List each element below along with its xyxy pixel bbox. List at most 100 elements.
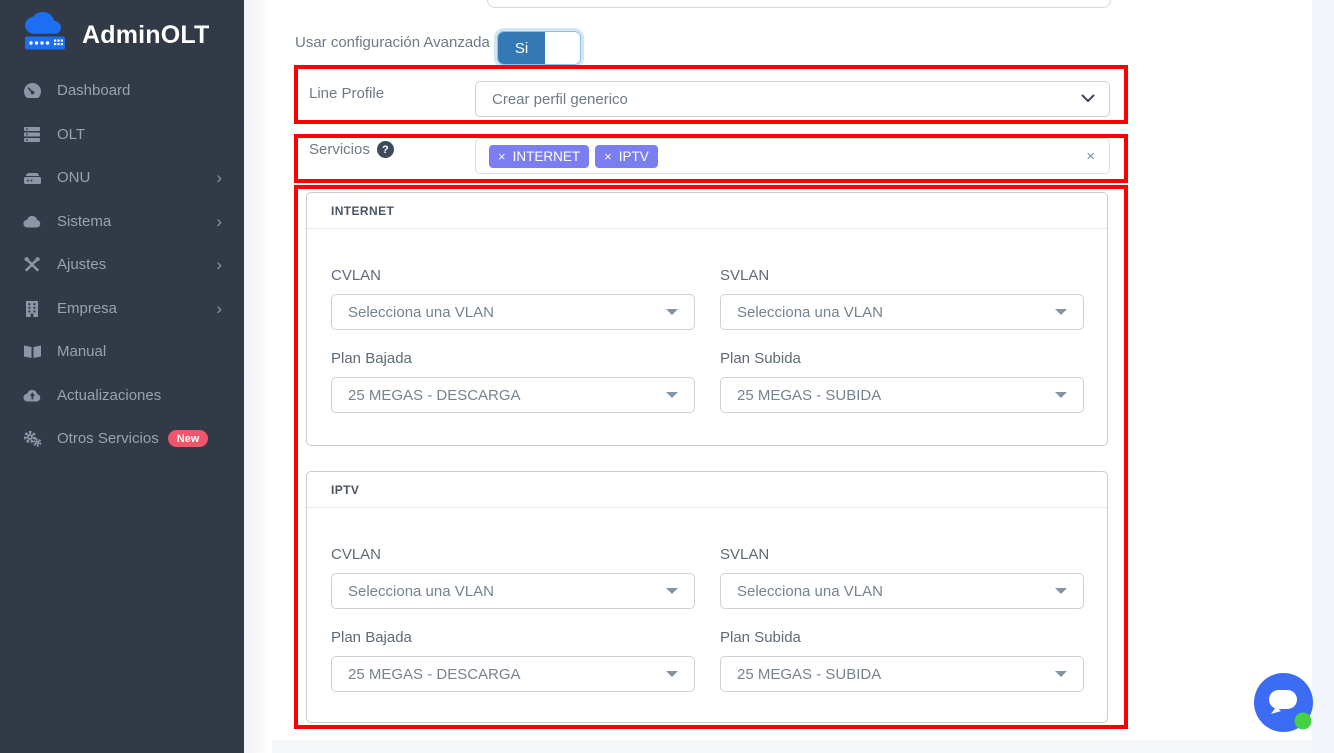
internet-panel-header: INTERNET [307,193,1107,229]
iptv-panel-header: IPTV [307,472,1107,508]
internet-panel-body: CVLAN Selecciona una VLAN SVLAN Seleccio… [307,229,1107,413]
servicios-label-group: Servicios ? [309,141,394,158]
cvlan-select[interactable]: Selecciona una VLAN [331,294,695,330]
gears-icon [22,430,42,447]
clear-all-icon[interactable]: × [1086,148,1095,165]
field-plan-bajada: Plan Bajada 25 MEGAS - DESCARGA [331,629,695,692]
field-plan-subida: Plan Subida 25 MEGAS - SUBIDA [720,629,1084,692]
line-profile-selected-value: Crear perfil generico [492,91,1081,108]
tools-icon [22,256,42,273]
sidebar-item-dashboard[interactable]: Dashboard [0,69,244,113]
sidebar-item-label: OLT [57,126,85,143]
sidebar-item-label: ONU [57,169,90,186]
svlan-select[interactable]: Selecciona una VLAN [720,573,1084,609]
cvlan-label: CVLAN [331,546,695,563]
tag-internet[interactable]: × INTERNET [489,145,589,168]
caret-down-icon [1055,671,1067,677]
panel-title: IPTV [331,483,359,497]
field-plan-bajada: Plan Bajada 25 MEGAS - DESCARGA [331,350,695,413]
sidebar-item-label: Dashboard [57,82,130,99]
sidebar-item-actualizaciones[interactable]: Actualizaciones [0,374,244,418]
plan-bajada-value: 25 MEGAS - DESCARGA [348,387,666,404]
brand-logo[interactable]: AdminOLT [0,0,244,70]
svlan-label: SVLAN [720,546,1084,563]
field-cvlan: CVLAN Selecciona una VLAN [331,267,695,330]
field-cvlan: CVLAN Selecciona una VLAN [331,546,695,609]
cloud-upload-icon [22,387,42,404]
sidebar-item-empresa[interactable]: Empresa › [0,287,244,331]
remove-tag-icon[interactable]: × [498,149,506,164]
svlan-label: SVLAN [720,267,1084,284]
sidebar-item-label: Ajustes [57,256,106,273]
advanced-config-label: Usar configuración Avanzada [295,34,490,51]
page-right-gutter [1312,0,1334,753]
toggle-off-state [545,32,580,64]
page-bottom-gutter [272,740,1312,753]
cvlan-select[interactable]: Selecciona una VLAN [331,573,695,609]
sidebar-item-onu[interactable]: ONU › [0,156,244,200]
help-circle-icon[interactable]: ? [377,141,394,158]
truncated-field-above[interactable] [487,0,1111,8]
field-svlan: SVLAN Selecciona una VLAN [720,267,1084,330]
sidebar-item-label: Manual [57,343,106,360]
field-svlan: SVLAN Selecciona una VLAN [720,546,1084,609]
plan-bajada-value: 25 MEGAS - DESCARGA [348,666,666,683]
chat-widget-button[interactable] [1254,673,1313,732]
content-left-shadow [244,0,272,753]
brand-name: AdminOLT [82,21,210,50]
servicios-multiselect[interactable]: × INTERNET × IPTV × [475,138,1110,174]
chevron-down-icon [1081,90,1095,108]
cvlan-placeholder: Selecciona una VLAN [348,583,666,600]
line-profile-label: Line Profile [309,85,384,102]
internet-panel: INTERNET CVLAN Selecciona una VLAN SVLAN… [306,192,1108,446]
sidebar-item-label: Sistema [57,213,111,230]
caret-down-icon [666,588,678,594]
svlan-placeholder: Selecciona una VLAN [737,583,1055,600]
caret-down-icon [666,671,678,677]
chevron-right-icon: › [216,213,222,230]
online-status-dot [1295,713,1312,730]
plan-bajada-label: Plan Bajada [331,350,695,367]
adminolt-logo-icon [20,12,72,59]
sidebar-item-olt[interactable]: OLT [0,113,244,157]
toggle-on-state: Si [498,32,545,64]
svlan-placeholder: Selecciona una VLAN [737,304,1055,321]
chevron-right-icon: › [216,300,222,317]
field-plan-subida: Plan Subida 25 MEGAS - SUBIDA [720,350,1084,413]
cvlan-placeholder: Selecciona una VLAN [348,304,666,321]
tag-label: IPTV [619,149,649,164]
sidebar-nav: Dashboard OLT ONU › Sistema [0,69,244,461]
sidebar-item-ajustes[interactable]: Ajustes › [0,243,244,287]
chevron-right-icon: › [216,256,222,273]
caret-down-icon [1055,392,1067,398]
tag-label: INTERNET [513,149,581,164]
plan-bajada-select[interactable]: 25 MEGAS - DESCARGA [331,656,695,692]
plan-subida-label: Plan Subida [720,629,1084,646]
caret-down-icon [1055,309,1067,315]
building-icon [22,300,42,317]
advanced-config-toggle[interactable]: Si [497,31,581,65]
panel-title: INTERNET [331,204,394,218]
caret-down-icon [666,392,678,398]
line-profile-select[interactable]: Crear perfil generico [475,81,1110,117]
plan-bajada-label: Plan Bajada [331,629,695,646]
sidebar-item-otros-servicios[interactable]: Otros Servicios New [0,417,244,461]
plan-bajada-select[interactable]: 25 MEGAS - DESCARGA [331,377,695,413]
caret-down-icon [666,309,678,315]
svlan-select[interactable]: Selecciona una VLAN [720,294,1084,330]
iptv-panel: IPTV CVLAN Selecciona una VLAN SVLAN Sel… [306,471,1108,723]
tag-iptv[interactable]: × IPTV [595,145,658,168]
sidebar: AdminOLT Dashboard OLT ONU › [0,0,244,753]
iptv-panel-body: CVLAN Selecciona una VLAN SVLAN Seleccio… [307,508,1107,692]
sidebar-item-sistema[interactable]: Sistema › [0,200,244,244]
plan-subida-select[interactable]: 25 MEGAS - SUBIDA [720,656,1084,692]
caret-down-icon [1055,588,1067,594]
remove-tag-icon[interactable]: × [604,149,612,164]
gauge-icon [22,82,42,99]
device-icon [22,169,42,186]
plan-subida-select[interactable]: 25 MEGAS - SUBIDA [720,377,1084,413]
new-badge: New [168,430,209,447]
sidebar-item-manual[interactable]: Manual [0,330,244,374]
plan-subida-label: Plan Subida [720,350,1084,367]
sidebar-item-label: Otros Servicios [57,430,159,447]
